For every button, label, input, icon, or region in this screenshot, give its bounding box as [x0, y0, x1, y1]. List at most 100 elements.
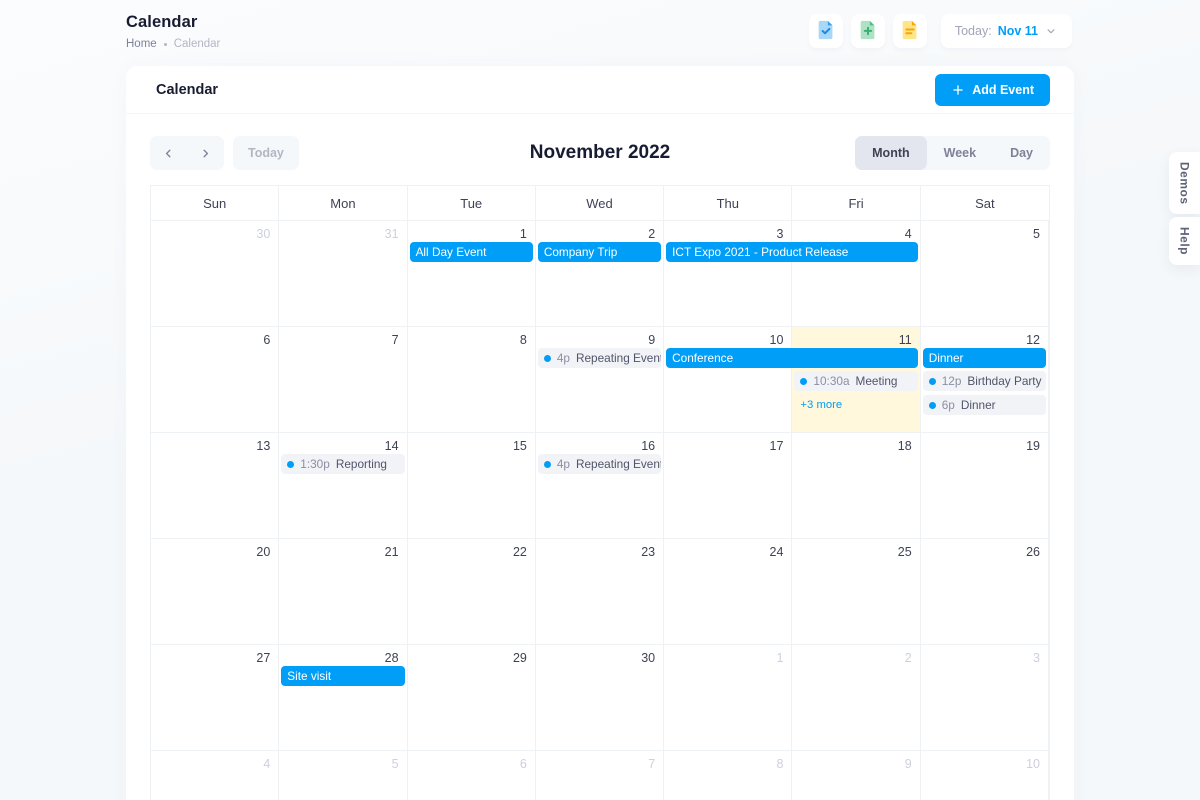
calendar-event-block[interactable]: All Day Event [410, 242, 533, 262]
card-header: Calendar Add Event [126, 66, 1074, 114]
event-title: Birthday Party [967, 371, 1041, 391]
today-button[interactable]: Today [233, 136, 299, 170]
calendar-grid: SunMonTueWedThuFriSat 303112345All Day E… [150, 185, 1050, 800]
day-cell[interactable]: 3 [664, 221, 792, 327]
event-title: Repeating Event [576, 348, 661, 368]
day-cell[interactable]: 7 [279, 327, 407, 433]
day-cell[interactable]: 27 [151, 645, 279, 751]
demos-side-tab[interactable]: Demos [1169, 152, 1200, 214]
day-cell[interactable]: 18 [792, 433, 920, 539]
day-header-wed: Wed [536, 186, 664, 221]
file-check-icon-button[interactable] [809, 14, 843, 48]
calendar-card: Calendar Add Event Toda [126, 66, 1074, 800]
calendar-event-timed[interactable]: 4pRepeating Event [538, 348, 661, 368]
event-dot-icon [800, 378, 807, 385]
day-cell[interactable]: 5 [921, 221, 1049, 327]
day-cell[interactable]: 6 [151, 327, 279, 433]
day-cell[interactable]: 10 [664, 327, 792, 433]
day-header-tue: Tue [408, 186, 536, 221]
view-week-button[interactable]: Week [927, 136, 993, 170]
chevron-down-icon [1044, 24, 1058, 38]
day-cell[interactable]: 14 [279, 433, 407, 539]
calendar-event-timed[interactable]: 6pDinner [923, 395, 1046, 415]
day-cell[interactable]: 2 [536, 221, 664, 327]
file-lines-icon [899, 19, 921, 44]
day-cell[interactable]: 3 [921, 645, 1049, 751]
next-month-button[interactable] [187, 136, 224, 170]
chevron-left-icon [162, 147, 175, 160]
day-cell[interactable]: 7 [536, 751, 664, 800]
file-plus-icon-button[interactable] [851, 14, 885, 48]
calendar-event-timed[interactable]: 10:30aMeeting [794, 371, 917, 391]
day-cell[interactable]: 30 [536, 645, 664, 751]
week-row: 13141516171819 1:30p Reporting 4pRepeating … [151, 433, 1049, 539]
day-cell[interactable]: 10 [921, 751, 1049, 800]
day-cell[interactable]: 16 [536, 433, 664, 539]
day-cell[interactable]: 5 [279, 751, 407, 800]
day-cell[interactable]: 8 [408, 327, 536, 433]
page-header: Calendar Home Calendar [126, 13, 220, 50]
calendar-event-block[interactable]: Site visit [281, 666, 404, 686]
day-cell[interactable]: 17 [664, 433, 792, 539]
breadcrumb: Home Calendar [126, 38, 220, 50]
day-cell[interactable]: 22 [408, 539, 536, 645]
day-cell[interactable]: 9 [792, 751, 920, 800]
day-cell[interactable]: 2 [792, 645, 920, 751]
day-cell[interactable]: 21 [279, 539, 407, 645]
card-title: Calendar [150, 82, 218, 98]
calendar-event-timed[interactable]: 4pRepeating Event [538, 454, 661, 474]
day-cell[interactable]: 8 [664, 751, 792, 800]
help-side-tab[interactable]: Help [1169, 217, 1200, 265]
breadcrumb-home-link[interactable]: Home [126, 38, 157, 50]
calendar-event-timed[interactable]: 12pBirthday Party [923, 371, 1046, 391]
week-rows-container: 303112345All Day EventCompany TripICT Ex… [151, 221, 1049, 800]
day-cell[interactable]: 23 [536, 539, 664, 645]
file-plus-icon [857, 19, 879, 44]
day-cell[interactable]: 1 [664, 645, 792, 751]
more-events-link[interactable]: +3 more [794, 395, 917, 415]
day-number: 11 [792, 327, 919, 347]
file-check-icon [815, 19, 837, 44]
day-cell[interactable]: 1 [408, 221, 536, 327]
day-cell[interactable]: 25 [792, 539, 920, 645]
today-date-dropdown[interactable]: Today: Nov 11 [941, 14, 1072, 48]
breadcrumb-current: Calendar [174, 38, 221, 50]
day-cell[interactable]: 20 [151, 539, 279, 645]
day-cell[interactable]: 29 [408, 645, 536, 751]
day-number: 15 [408, 433, 535, 453]
day-cell[interactable]: 6 [408, 751, 536, 800]
day-number: 7 [279, 327, 406, 347]
day-header-fri: Fri [792, 186, 920, 221]
event-title: Reporting [336, 454, 387, 474]
day-number: 5 [279, 751, 406, 771]
day-cell[interactable]: 24 [664, 539, 792, 645]
calendar-event-block[interactable]: ICT Expo 2021 - Product Release [666, 242, 918, 262]
calendar-event-block[interactable]: Dinner [923, 348, 1046, 368]
day-number: 3 [664, 221, 791, 241]
day-cell[interactable]: 4 [151, 751, 279, 800]
view-day-button[interactable]: Day [993, 136, 1050, 170]
day-number: 12 [921, 327, 1048, 347]
day-cell[interactable]: 15 [408, 433, 536, 539]
day-cell[interactable]: 4 [792, 221, 920, 327]
prev-month-button[interactable] [150, 136, 187, 170]
add-event-button[interactable]: Add Event [935, 74, 1050, 106]
day-cell[interactable]: 19 [921, 433, 1049, 539]
day-cell[interactable]: 30 [151, 221, 279, 327]
event-title: Meeting [856, 371, 898, 391]
day-cell[interactable]: 28 [279, 645, 407, 751]
day-number: 5 [921, 221, 1048, 241]
calendar-event-block[interactable]: Conference [666, 348, 918, 368]
event-time: 1:30p [300, 454, 330, 474]
day-number: 29 [408, 645, 535, 665]
day-cell[interactable]: 31 [279, 221, 407, 327]
day-cell[interactable]: 26 [921, 539, 1049, 645]
file-lines-icon-button[interactable] [893, 14, 927, 48]
day-number: 10 [664, 327, 791, 347]
day-cell[interactable]: 13 [151, 433, 279, 539]
calendar-event-timed[interactable]: 1:30p Reporting [281, 454, 404, 474]
view-month-button[interactable]: Month [855, 136, 926, 170]
day-number: 7 [536, 751, 663, 771]
calendar-event-block[interactable]: Company Trip [538, 242, 661, 262]
day-cell[interactable]: 9 [536, 327, 664, 433]
